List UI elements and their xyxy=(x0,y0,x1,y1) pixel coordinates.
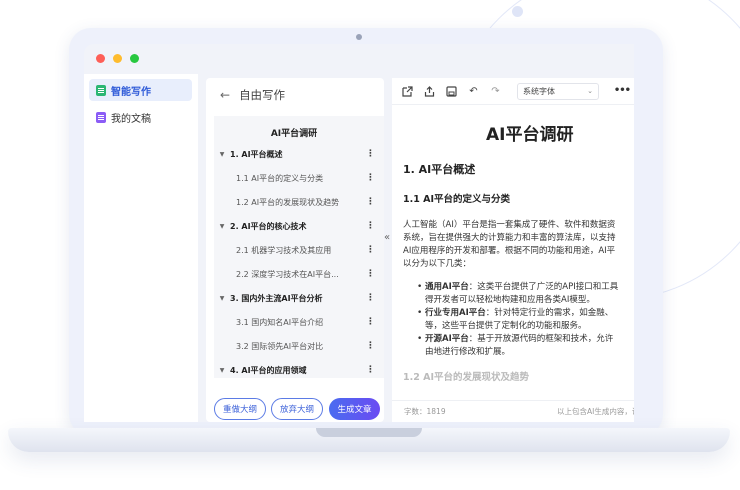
document-icon xyxy=(96,111,106,123)
editor-panel: ↶ ↷ 系统字体 ⌄ ••• AI平台调研 1. AI平台概述 1.1 AI平台… xyxy=(392,78,634,422)
app-window: 智能写作 我的文稿 ← 自由写作 AI平台调研 ▼ 1. AI平台概述 ⋮ 1.… xyxy=(84,44,634,422)
undo-icon[interactable]: ↶ xyxy=(467,85,480,98)
caret-down-icon[interactable]: ▼ xyxy=(214,223,230,230)
outline-row[interactable]: ▼ 1. AI平台概述 ⋮ xyxy=(214,146,384,162)
outline-row[interactable]: 2.2 深度学习技术在AI平台... ⋮ xyxy=(214,266,384,282)
sidebar-item-label: 我的文稿 xyxy=(111,113,151,125)
stage: 智能写作 我的文稿 ← 自由写作 AI平台调研 ▼ 1. AI平台概述 ⋮ 1.… xyxy=(0,0,740,490)
laptop-notch xyxy=(316,428,422,437)
generate-article-button[interactable]: 生成文章 xyxy=(329,398,380,420)
list-item: • 通用AI平台：这类平台提供了广泛的API接口和工具 得开发者可以轻松地构建和… xyxy=(417,282,619,305)
sidebar-item-my-documents[interactable]: 我的文稿 xyxy=(89,106,192,128)
more-vertical-icon[interactable]: ⋮ xyxy=(366,269,375,279)
share-icon[interactable] xyxy=(423,85,436,98)
smart-write-icon xyxy=(96,84,106,96)
document-title: AI平台调研 xyxy=(486,125,574,145)
outline-header: ← 自由写作 xyxy=(220,87,285,103)
document-heading-2-faded: 1.2 AI平台的发展现状及趋势 xyxy=(403,372,530,383)
outline-tree: AI平台调研 ▼ 1. AI平台概述 ⋮ 1.1 AI平台的定义与分类 ⋮ 1.… xyxy=(214,116,384,378)
more-vertical-icon[interactable]: ⋮ xyxy=(366,293,375,303)
sidebar: 智能写作 我的文稿 xyxy=(84,74,198,422)
sidebar-item-smart-write[interactable]: 智能写作 xyxy=(89,79,192,101)
more-horizontal-icon[interactable]: ••• xyxy=(614,85,631,96)
redo-outline-button[interactable]: 重做大纲 xyxy=(214,398,266,420)
outline-row[interactable]: ▼ 3. 国内外主流AI平台分析 ⋮ xyxy=(214,290,384,306)
more-vertical-icon[interactable]: ⋮ xyxy=(366,245,375,255)
save-icon[interactable] xyxy=(445,85,458,98)
more-vertical-icon[interactable]: ⋮ xyxy=(366,365,375,375)
list-item: • 行业专用AI平台：针对特定行业的需求，如金融、 等，这些平台提供了定制化的功… xyxy=(417,308,614,331)
editor-footer: 字数：1819 以上包含AI生成内容，请 xyxy=(392,400,634,422)
outline-row[interactable]: 3.2 国际领先AI平台对比 ⋮ xyxy=(214,338,384,354)
font-family-select[interactable]: 系统字体 ⌄ xyxy=(517,82,599,100)
more-vertical-icon[interactable]: ⋮ xyxy=(366,341,375,351)
window-controls xyxy=(96,54,139,63)
more-vertical-icon[interactable]: ⋮ xyxy=(366,149,375,159)
outline-row[interactable]: ▼ 2. AI平台的核心技术 ⋮ xyxy=(214,218,384,234)
more-vertical-icon[interactable]: ⋮ xyxy=(366,317,375,327)
outline-row[interactable]: 3.1 国内知名AI平台介绍 ⋮ xyxy=(214,314,384,330)
more-vertical-icon[interactable]: ⋮ xyxy=(366,197,375,207)
close-window-button[interactable] xyxy=(96,54,105,63)
open-external-icon[interactable] xyxy=(401,85,414,98)
document-heading-1: 1. AI平台概述 xyxy=(403,163,476,176)
sidebar-item-label: 智能写作 xyxy=(111,86,151,98)
outline-row[interactable]: 1.2 AI平台的发展现状及趋势 ⋮ xyxy=(214,194,384,210)
caret-down-icon[interactable]: ▼ xyxy=(214,367,230,374)
maximize-window-button[interactable] xyxy=(130,54,139,63)
back-arrow-icon[interactable]: ← xyxy=(220,88,230,102)
outline-row[interactable]: 1.1 AI平台的定义与分类 ⋮ xyxy=(214,170,384,186)
list-item: • 开源AI平台：基于开放源代码的框架和技术，允许 由地进行修改和扩展。 xyxy=(417,334,614,357)
outline-header-title: 自由写作 xyxy=(239,88,286,102)
document-content[interactable]: AI平台调研 1. AI平台概述 1.1 AI平台的定义与分类 人工智能（AI）… xyxy=(403,108,634,383)
document-list: • 通用AI平台：这类平台提供了广泛的API接口和工具 得开发者可以轻松地构建和… xyxy=(403,281,634,359)
chevron-down-icon: ⌄ xyxy=(587,87,593,95)
caret-down-icon[interactable]: ▼ xyxy=(214,151,230,158)
redo-icon[interactable]: ↷ xyxy=(489,85,502,98)
ai-content-notice: 以上包含AI生成内容，请 xyxy=(557,407,634,416)
minimize-window-button[interactable] xyxy=(113,54,122,63)
outline-row[interactable]: 2.1 机器学习技术及其应用 ⋮ xyxy=(214,242,384,258)
document-heading-2: 1.1 AI平台的定义与分类 xyxy=(403,194,511,205)
outline-row[interactable]: ▼ 4. AI平台的应用领域 ⋮ xyxy=(214,362,384,378)
outline-title: AI平台调研 xyxy=(270,129,318,139)
discard-outline-button[interactable]: 放弃大纲 xyxy=(271,398,323,420)
caret-down-icon[interactable]: ▼ xyxy=(214,295,230,302)
outline-panel: ← 自由写作 AI平台调研 ▼ 1. AI平台概述 ⋮ 1.1 AI平台的定义与… xyxy=(206,78,384,422)
laptop-camera xyxy=(356,34,362,40)
decorative-dot xyxy=(512,6,523,17)
document-paragraph: 人工智能（AI）平台是指一套集成了硬件、软件和数据资 系统，旨在提供强大的计算能… xyxy=(403,220,616,269)
more-vertical-icon[interactable]: ⋮ xyxy=(366,173,375,183)
more-vertical-icon[interactable]: ⋮ xyxy=(366,221,375,231)
editor-toolbar: ↶ ↷ 系统字体 ⌄ ••• xyxy=(392,78,634,105)
word-count: 字数：1819 xyxy=(404,407,446,416)
